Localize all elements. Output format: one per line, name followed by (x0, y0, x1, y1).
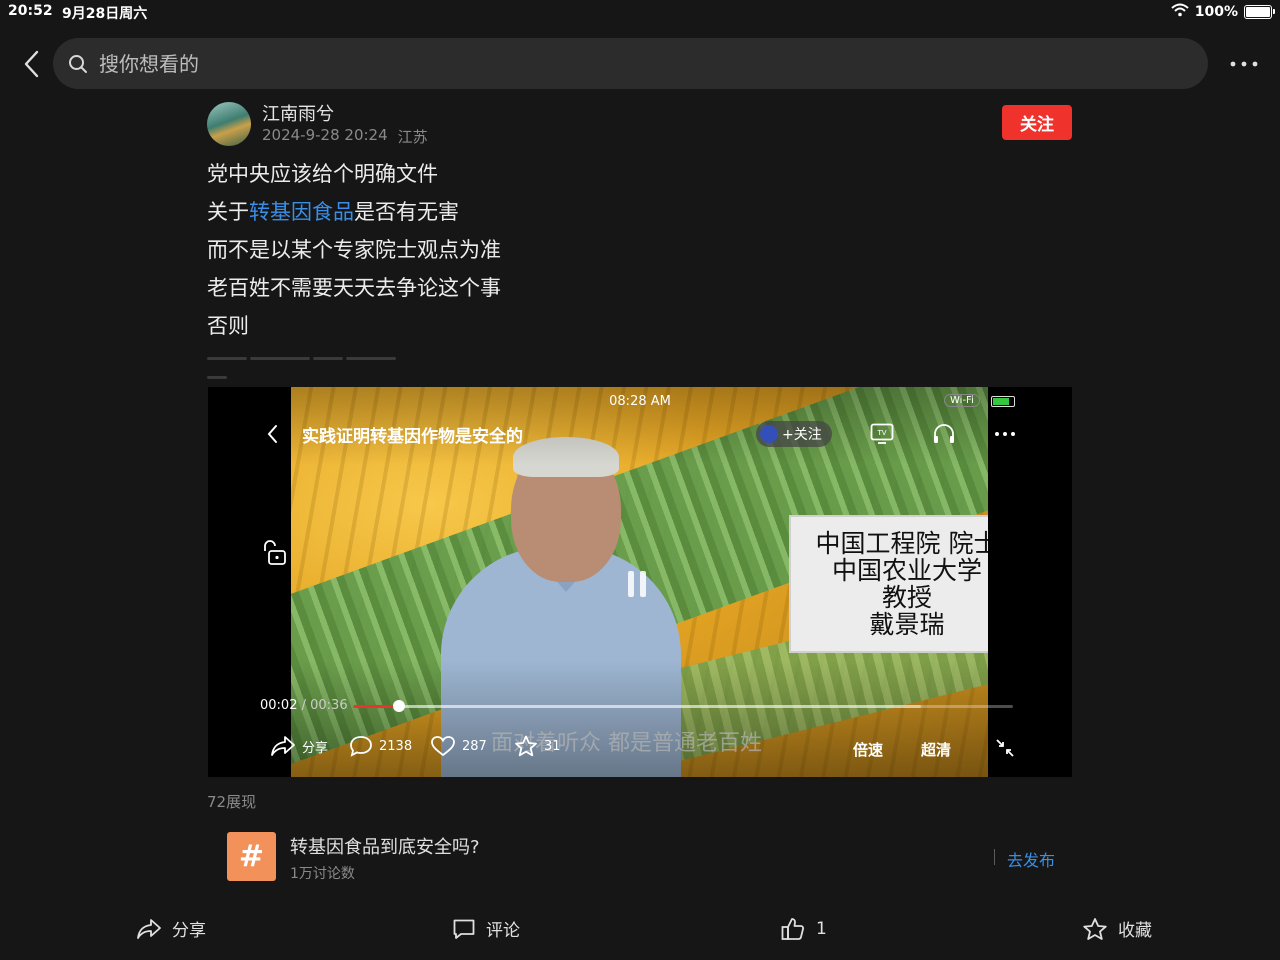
share-icon (271, 736, 295, 756)
video-wifi-badge: Wi-Fi (944, 394, 980, 407)
truncated-text-fade (207, 345, 417, 379)
svg-text:TV: TV (876, 429, 886, 437)
pause-icon (628, 571, 634, 597)
more-options-button[interactable] (1226, 52, 1262, 76)
video-share-label: 分享 (302, 740, 329, 756)
hashtag-icon: # (227, 832, 276, 881)
author-avatar[interactable] (207, 102, 251, 146)
follow-button[interactable]: 关注 (1002, 105, 1072, 140)
ellipsis-icon (1230, 61, 1258, 67)
comment-count: 2138 (379, 738, 413, 754)
tv-icon: TV (870, 423, 894, 444)
topic-discussion-count: 1万讨论数 (290, 866, 355, 882)
search-bar[interactable] (53, 38, 1208, 89)
battery-percent: 100% (1194, 4, 1238, 20)
like-count: 287 (462, 738, 487, 754)
video-back-button[interactable] (266, 423, 286, 445)
post-text-line: 老百姓不需要天天去争论这个事 (207, 276, 501, 300)
like-count-bottom: 1 (816, 919, 827, 939)
video-timecode: 00:02 / 00:36 (260, 698, 348, 713)
topic-title[interactable]: 转基因食品到底安全吗? (290, 833, 480, 859)
screen-lock-button[interactable] (256, 537, 290, 569)
share-icon (137, 918, 161, 939)
info-card-line: 中国工程院 院士 (815, 529, 988, 558)
video-more-button[interactable] (991, 420, 1019, 448)
video-follow-button[interactable]: +关注 (756, 421, 832, 447)
post-text-line: 党中央应该给个明确文件 (207, 162, 438, 186)
post-text-line: 否则 (207, 314, 249, 338)
current-time: 00:02 (260, 698, 298, 713)
heart-icon (431, 736, 455, 757)
info-card-line: 中国农业大学 (831, 556, 982, 585)
author-name[interactable]: 江南雨兮 (262, 100, 334, 126)
duration: / 00:36 (301, 698, 348, 713)
status-time: 20:52 (8, 3, 53, 19)
comment-button[interactable]: 评论 (452, 916, 520, 941)
video-like-button[interactable]: 287 (430, 735, 487, 757)
star-icon (515, 735, 537, 757)
speaker-info-card: 中国工程院 院士 中国农业大学 教授 戴景瑞 (789, 515, 988, 653)
video-comment-button[interactable]: 2138 (349, 735, 412, 757)
star-icon (1083, 917, 1107, 940)
post-meta: 2024-9-28 20:24 江苏 (262, 126, 428, 147)
back-button[interactable] (18, 48, 44, 80)
video-follow-label: +关注 (782, 427, 822, 443)
unlock-icon (264, 540, 286, 565)
search-input[interactable] (97, 50, 1151, 77)
share-label: 分享 (172, 921, 206, 941)
video-progress-bar[interactable] (353, 700, 1013, 712)
chevron-left-icon (267, 425, 277, 443)
thumbs-up-icon (781, 918, 805, 940)
post-text-line: 而不是以某个专家院士观点为准 (207, 238, 501, 262)
impressions-count: 72展现 (207, 793, 257, 811)
audio-mode-button[interactable] (930, 420, 958, 448)
post-text-line: 关于转基因食品是否有无害 (207, 196, 459, 226)
comment-icon (350, 736, 372, 757)
favorite-button[interactable]: 收藏 (1082, 916, 1152, 941)
channel-avatar (760, 425, 778, 443)
exit-fullscreen-button[interactable] (991, 734, 1019, 762)
quality-button[interactable]: 超清 (921, 739, 951, 760)
status-date: 9月28日周六 (62, 6, 148, 22)
video-player[interactable]: 中国工程院 院士 中国农业大学 教授 戴景瑞 08:28 AM Wi-Fi 实践… (208, 387, 1072, 777)
post-text-fragment: 关于 (207, 200, 249, 224)
like-button[interactable]: 1 (780, 916, 827, 942)
info-card-line: 教授 (881, 583, 932, 612)
video-share-button[interactable]: 分享 (270, 735, 328, 757)
pause-button[interactable] (628, 571, 652, 597)
headphones-icon (934, 424, 954, 443)
post-location: 江苏 (397, 128, 428, 146)
collapse-icon (996, 739, 1014, 757)
video-favorite-button[interactable]: 31 (514, 735, 561, 757)
post-text-fragment: 是否有无害 (354, 200, 459, 224)
search-icon (67, 53, 89, 75)
info-card-line: 戴景瑞 (869, 610, 945, 639)
ellipsis-icon (995, 432, 1015, 436)
post-datetime: 2024-9-28 20:24 (262, 126, 388, 144)
favorite-count: 31 (544, 738, 561, 754)
divider (994, 849, 995, 865)
publish-button[interactable]: 去发布 (1007, 847, 1055, 871)
cast-tv-button[interactable]: TV (868, 420, 896, 448)
comment-icon (453, 919, 475, 939)
playback-speed-button[interactable]: 倍速 (853, 739, 883, 760)
topic-link[interactable]: 转基因食品 (249, 200, 354, 224)
comment-label: 评论 (486, 921, 520, 941)
wifi-icon (1171, 3, 1189, 21)
video-battery-icon (991, 396, 1015, 407)
video-title: 实践证明转基因作物是安全的 (302, 427, 523, 447)
favorite-label: 收藏 (1118, 921, 1152, 941)
status-indicators: 100% (1171, 3, 1275, 21)
share-button[interactable]: 分享 (136, 916, 206, 941)
progress-buffered (353, 705, 921, 708)
chevron-left-icon (24, 50, 39, 78)
video-clock: 08:28 AM (609, 394, 671, 409)
battery-icon (1244, 5, 1275, 19)
